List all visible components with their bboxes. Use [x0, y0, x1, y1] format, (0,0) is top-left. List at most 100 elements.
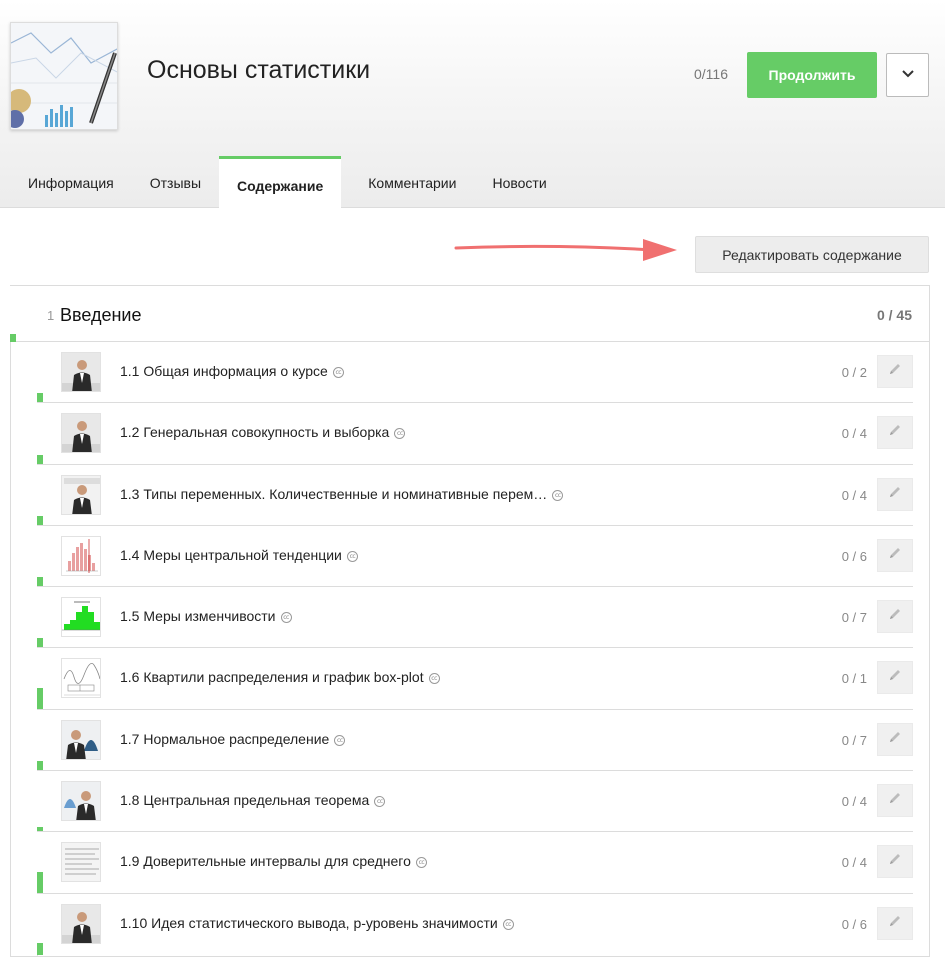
pencil-icon — [888, 607, 902, 626]
tab-comments[interactable]: Комментарии — [341, 156, 474, 209]
edit-lesson-button[interactable] — [877, 845, 913, 879]
tab-news[interactable]: Новости — [474, 156, 564, 209]
edit-content-button[interactable]: Редактировать содержание — [695, 236, 929, 273]
lesson-title-text: 1.2 Генеральная совокупность и выборка — [120, 424, 390, 441]
lesson-title[interactable]: 1.6 Квартили распределения и график box-… — [120, 669, 440, 685]
lesson-title[interactable]: 1.8 Центральная предельная теорема cc — [120, 792, 386, 809]
edit-lesson-button[interactable] — [877, 538, 913, 572]
lesson-progress-bar — [37, 403, 43, 464]
edit-lesson-button[interactable] — [877, 722, 913, 756]
lesson-thumbnail — [61, 842, 101, 883]
tab-reviews[interactable]: Отзывы — [132, 156, 219, 209]
edit-lesson-button[interactable] — [877, 416, 913, 450]
lesson-title-text: 1.9 Доверительные интервалы для среднего — [120, 853, 411, 870]
lesson-row[interactable]: 1.5 Меры изменчивости cc 0 / 7 — [37, 587, 913, 649]
lesson-title[interactable]: 1.2 Генеральная совокупность и выборка cc — [120, 424, 406, 441]
lesson-row[interactable]: 1.7 Нормальное распределение cc 0 / 7 — [37, 709, 913, 772]
lesson-progress-bar — [37, 342, 43, 403]
edit-lesson-button[interactable] — [877, 600, 913, 634]
pencil-icon — [888, 423, 902, 442]
lesson-title[interactable]: 1.4 Меры центральной тенденции cc — [120, 547, 358, 563]
closed-captions-icon: cc — [280, 612, 292, 624]
course-title: Основы статистики — [147, 56, 371, 84]
lesson-row[interactable]: 1.3 Типы переменных. Количественные и но… — [37, 464, 913, 526]
chevron-down-icon — [901, 66, 915, 84]
lesson-title-text: 1.5 Меры изменчивости — [120, 608, 276, 625]
lesson-row[interactable]: 1.8 Центральная предельная теорема cc 0 / … — [37, 771, 913, 833]
lesson-steps-progress: 0 / 6 — [841, 548, 867, 564]
pencil-icon — [888, 546, 902, 565]
course-menu-dropdown-button[interactable] — [886, 53, 929, 97]
closed-captions-icon: cc — [332, 367, 344, 378]
lesson-steps-progress: 0 / 6 — [841, 916, 867, 932]
lesson-thumbnail — [61, 535, 101, 576]
lesson-title-text: 1.3 Типы переменных. Количественные и но… — [120, 485, 548, 502]
closed-captions-icon: cc — [394, 428, 406, 440]
lesson-progress-bar — [37, 771, 43, 832]
continue-button[interactable]: Продолжить — [747, 52, 877, 98]
lesson-title[interactable]: 1.5 Меры изменчивости cc — [120, 608, 292, 624]
lesson-list: 1.1 Общая информация о курсе cc 0 / 2 1.2 Г… — [37, 342, 913, 955]
closed-captions-icon: cc — [502, 918, 514, 930]
closed-captions-icon: cc — [415, 857, 427, 869]
lesson-progress-bar — [37, 526, 43, 587]
lesson-title[interactable]: 1.7 Нормальное распределение cc — [120, 730, 346, 747]
lesson-thumbnail — [61, 658, 101, 699]
lesson-progress-bar — [37, 648, 43, 709]
closed-captions-icon: cc — [374, 796, 386, 808]
lesson-steps-progress: 0 / 2 — [841, 365, 867, 380]
lesson-row[interactable]: 1.1 Общая информация о курсе cc 0 / 2 — [37, 342, 913, 404]
lesson-title[interactable]: 1.9 Доверительные интервалы для среднего… — [120, 853, 427, 869]
edit-lesson-button[interactable] — [877, 784, 913, 818]
lesson-thumbnail — [61, 413, 101, 454]
lesson-row[interactable]: 1.2 Генеральная совокупность и выборка cc… — [37, 403, 913, 465]
lesson-title[interactable]: 1.1 Общая информация о курсе cc — [120, 363, 344, 379]
lesson-row[interactable]: 1.10 Идея статистического вывода, p-уров… — [37, 893, 913, 955]
lesson-title-text: 1.8 Центральная предельная теорема — [120, 792, 370, 809]
lesson-row[interactable]: 1.4 Меры центральной тенденции cc 0 / 6 — [37, 525, 913, 588]
lesson-steps-progress: 0 / 7 — [841, 610, 867, 626]
lesson-progress-bar — [37, 587, 43, 648]
section-title: Введение — [60, 305, 142, 325]
tab-contents[interactable]: Содержание — [219, 156, 342, 209]
course-header: Основы статистики 0/116 Продолжить Инфор… — [0, 0, 945, 209]
lesson-thumbnail — [61, 719, 101, 760]
lesson-title-text: 1.4 Меры центральной тенденции — [120, 546, 342, 563]
lesson-title-text: 1.7 Нормальное распределение — [120, 730, 330, 747]
course-tabs: Информация Отзывы Содержание Комментарии… — [0, 156, 565, 209]
lesson-row[interactable]: 1.9 Доверительные интервалы для среднего… — [37, 832, 913, 894]
lesson-steps-progress: 0 / 4 — [841, 426, 867, 442]
lesson-thumbnail — [61, 474, 101, 515]
closed-captions-icon: cc — [428, 673, 440, 685]
section-header[interactable]: 1 Введение 0 / 45 — [11, 286, 929, 342]
section-introduction: 1 Введение 0 / 45 1.1 Общая информация о… — [10, 285, 930, 957]
lesson-row[interactable]: 1.6 Квартили распределения и график box-… — [37, 648, 913, 710]
lesson-steps-progress: 0 / 4 — [841, 487, 867, 503]
annotation-arrow-icon — [454, 239, 677, 261]
lesson-thumbnail — [61, 597, 101, 638]
course-cover-image — [10, 22, 118, 130]
edit-lesson-button[interactable] — [877, 661, 913, 695]
section-number: 1 — [47, 308, 55, 323]
pencil-icon — [888, 791, 902, 810]
edit-lesson-button[interactable] — [877, 906, 913, 940]
lesson-title[interactable]: 1.10 Идея статистического вывода, p-уров… — [120, 915, 514, 931]
tab-info[interactable]: Информация — [0, 156, 132, 209]
pencil-icon — [888, 914, 902, 933]
pencil-icon — [888, 485, 902, 504]
pencil-icon — [888, 730, 902, 749]
lesson-title-text: 1.1 Общая информация о курсе — [120, 363, 328, 379]
lesson-title[interactable]: 1.3 Типы переменных. Количественные и но… — [120, 485, 564, 502]
lesson-title-text: 1.10 Идея статистического вывода, p-уров… — [120, 914, 498, 931]
closed-captions-icon: cc — [346, 550, 358, 562]
pencil-icon — [888, 668, 902, 687]
lesson-steps-progress: 0 / 1 — [841, 671, 867, 687]
lesson-progress-bar — [37, 465, 43, 525]
closed-captions-icon: cc — [552, 489, 564, 501]
lesson-title-text: 1.6 Квартили распределения и график box-… — [120, 669, 424, 686]
edit-lesson-button[interactable] — [877, 355, 913, 388]
edit-lesson-button[interactable] — [877, 477, 913, 511]
lesson-thumbnail — [61, 352, 101, 392]
lesson-thumbnail — [61, 903, 101, 944]
closed-captions-icon: cc — [334, 734, 346, 746]
